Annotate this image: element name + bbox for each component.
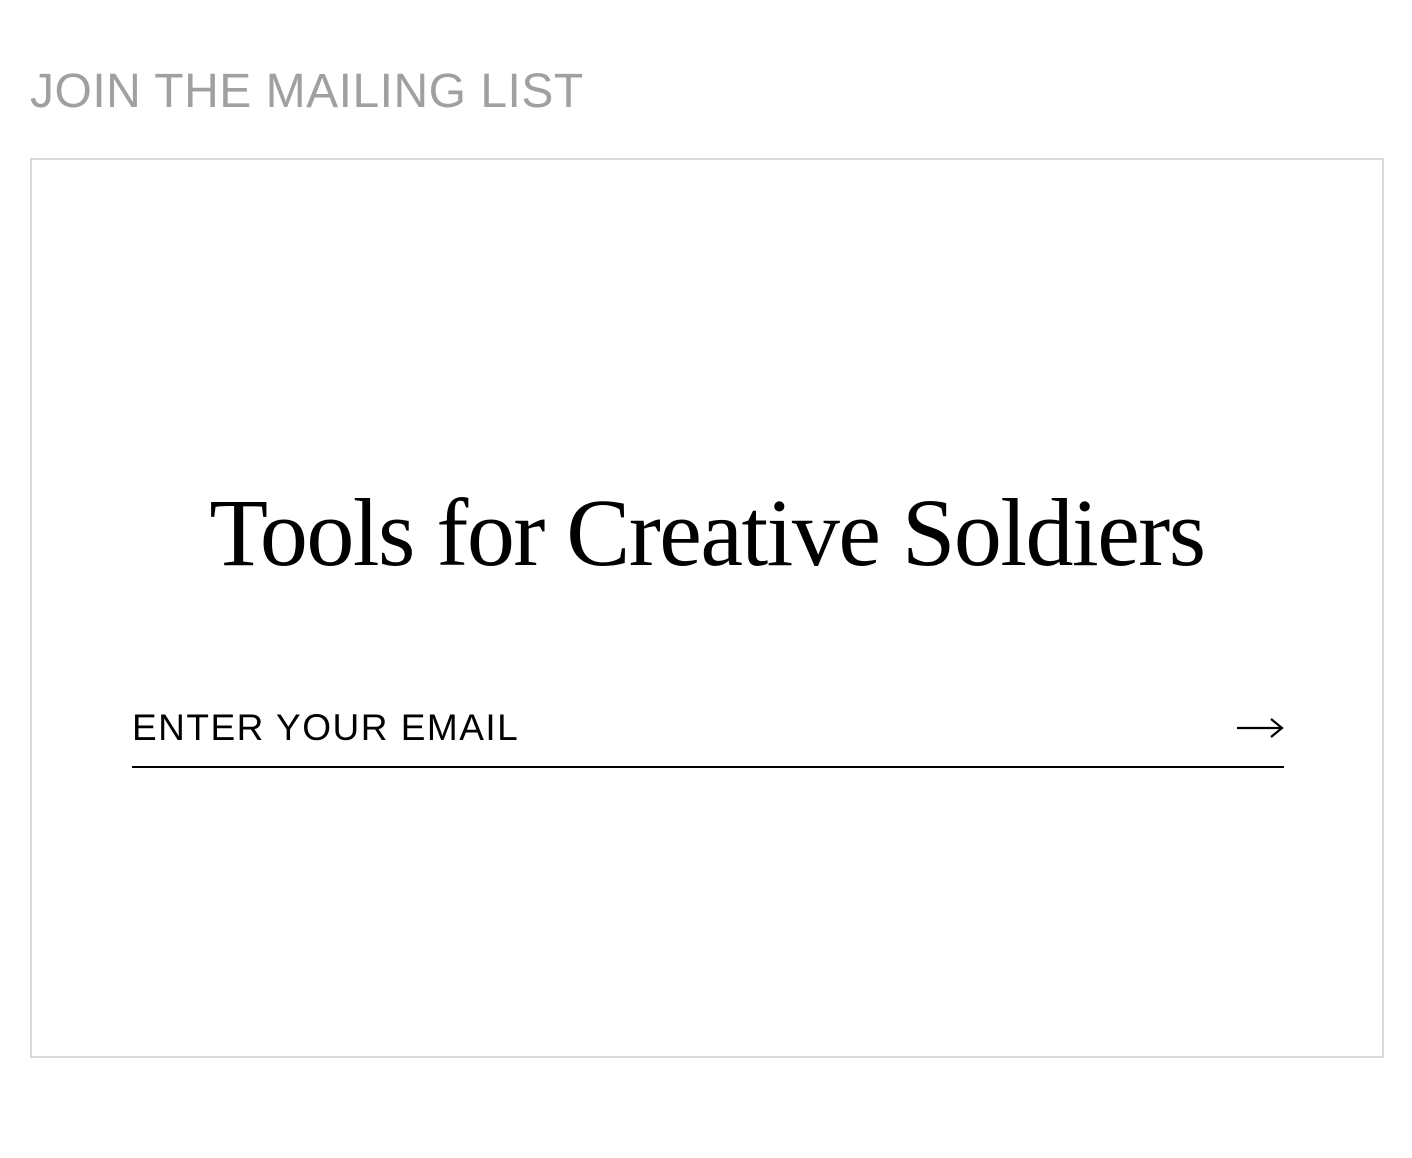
submit-button[interactable] [1224, 698, 1284, 758]
card-title: Tools for Creative Soldiers [209, 479, 1206, 586]
arrow-right-icon [1237, 718, 1284, 738]
newsletter-card: Tools for Creative Soldiers [30, 158, 1384, 1058]
mailing-list-page: JOIN THE MAILING LIST Tools for Creative… [0, 0, 1412, 1158]
email-input[interactable] [132, 690, 1192, 766]
email-signup-form [132, 690, 1284, 768]
section-heading: JOIN THE MAILING LIST [30, 65, 584, 118]
